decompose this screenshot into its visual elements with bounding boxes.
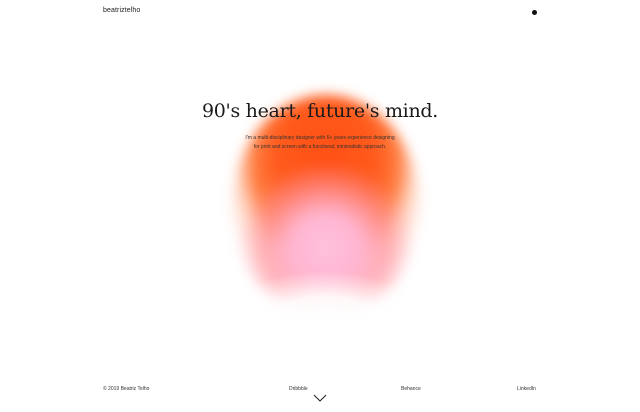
- hero-headline: 90's heart, future's mind.: [201, 100, 438, 122]
- hero-intro-line-1: I'm a multi-disciplinary designer with 6…: [245, 135, 395, 141]
- hero-intro-line-2: for print and screen with a functional, …: [253, 144, 387, 150]
- footer-link-linkedin[interactable]: LinkedIn: [517, 386, 536, 392]
- gradient-orb-fade: [205, 230, 445, 340]
- footer-link-behance[interactable]: Behance: [401, 386, 421, 392]
- footer-copyright: © 2019 Beatriz Telho: [103, 386, 150, 392]
- footer-link-dribbble[interactable]: Dribbble: [289, 386, 308, 392]
- hero-intro: I'm a multi-disciplinary designer with 6…: [0, 134, 640, 152]
- brand-logo[interactable]: beatriztelho: [103, 7, 140, 14]
- chevron-down-icon[interactable]: [313, 394, 327, 402]
- menu-dot-icon[interactable]: [532, 10, 537, 15]
- page: beatriztelho 90's heart, future's mind. …: [0, 0, 640, 412]
